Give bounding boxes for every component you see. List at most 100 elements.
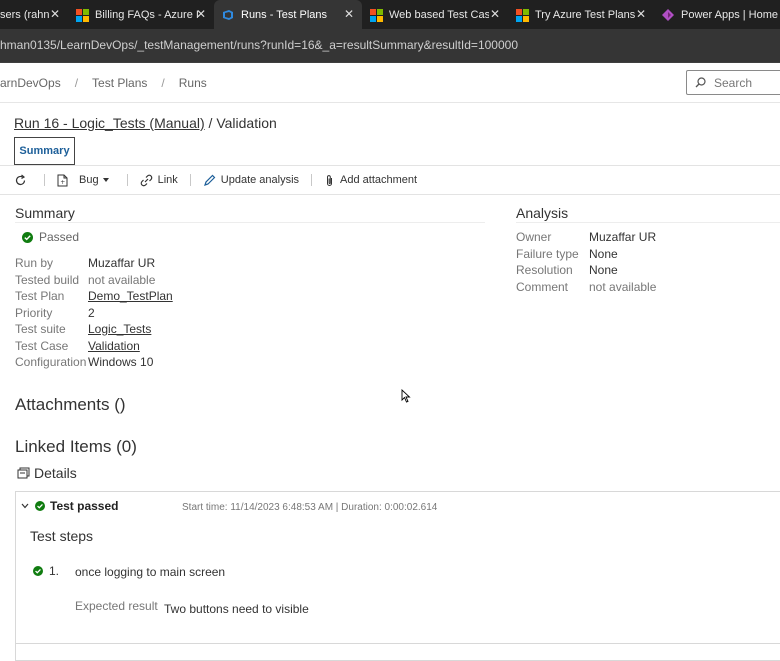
breadcrumb-project[interactable]: arnDevOps	[0, 76, 61, 90]
link-icon	[140, 174, 152, 186]
field-value: Muzaffar UR	[88, 256, 156, 270]
check-circle-icon	[33, 566, 43, 576]
close-icon[interactable]: ✕	[196, 7, 206, 21]
paperclip-icon	[327, 174, 333, 186]
breadcrumb-separator: /	[161, 75, 165, 90]
new-bug-icon: +	[57, 174, 68, 186]
tab-label: Billing FAQs - Azure I	[95, 8, 199, 21]
link-label: Link	[157, 174, 178, 186]
search-icon	[695, 77, 706, 88]
breadcrumb: arnDevOps / Test Plans / Runs	[0, 63, 780, 103]
field-value: Muzaffar UR	[589, 230, 657, 244]
pencil-icon	[203, 174, 216, 186]
azure-devops-icon	[222, 9, 234, 21]
analysis-heading: Analysis	[516, 205, 569, 221]
test-steps-heading: Test steps	[30, 528, 94, 544]
update-analysis-button[interactable]: Update analysis	[203, 174, 299, 187]
toolbar-separator	[44, 174, 45, 186]
test-result-panel: Test passed Start time: 11/14/2023 6:48:…	[15, 491, 780, 661]
breadcrumb-runs[interactable]: Runs	[179, 76, 207, 90]
details-heading[interactable]: Details	[17, 465, 77, 481]
toolbar: + Bug Link Update analysis Add attachmen…	[0, 166, 780, 194]
toolbar-separator	[311, 174, 313, 186]
browser-tab-bar: sers (rahn ✕ Billing FAQs - Azure I ✕ Ru…	[0, 0, 780, 29]
test-step: 1.	[33, 564, 59, 578]
field-key: Comment	[516, 280, 569, 294]
field-key: Configuration	[15, 355, 87, 369]
field-value: not available	[88, 273, 156, 287]
address-bar[interactable]: hman0135/LearnDevOps/_testManagement/run…	[0, 29, 780, 62]
field-key: Owner	[516, 230, 552, 244]
close-icon[interactable]: ✕	[636, 7, 646, 21]
tab-label: sers (rahn	[0, 8, 50, 21]
analysis-divider	[516, 222, 780, 223]
test-case-link[interactable]: Validation	[88, 339, 140, 353]
test-case-title: / Validation	[204, 115, 277, 131]
mouse-cursor-icon	[401, 389, 411, 403]
run-link[interactable]: Run 16 - Logic_Tests (Manual)	[14, 115, 205, 131]
microsoft-logo-icon	[76, 8, 89, 22]
check-circle-icon	[22, 231, 33, 243]
tab-label: Web based Test Case	[389, 8, 489, 21]
field-value: not available	[589, 280, 657, 294]
tab-label: Runs - Test Plans	[241, 8, 328, 21]
power-apps-icon	[662, 8, 674, 21]
search-placeholder: Search	[714, 75, 753, 90]
toolbar-divider	[0, 194, 780, 195]
browser-tab-users[interactable]: sers (rahn ✕	[0, 0, 68, 29]
summary-divider	[15, 222, 485, 223]
add-attachment-button[interactable]: Add attachment	[324, 174, 417, 187]
search-box[interactable]: Search	[686, 70, 780, 95]
check-circle-icon	[35, 501, 45, 511]
bug-label: Bug	[79, 174, 99, 186]
tab-label: Power Apps | Home	[681, 8, 779, 21]
field-key: Test suite	[15, 322, 66, 336]
microsoft-logo-icon	[516, 8, 529, 22]
browser-tab-try-test-plans[interactable]: Try Azure Test Plans f ✕	[508, 0, 654, 29]
close-icon[interactable]: ✕	[50, 7, 60, 21]
field-key: Test Plan	[15, 289, 65, 303]
tab-summary[interactable]: Summary	[14, 137, 75, 165]
close-icon[interactable]: ✕	[490, 7, 500, 21]
toolbar-separator	[126, 174, 128, 186]
field-key: Priority	[15, 306, 53, 320]
field-key: Failure type	[516, 247, 579, 261]
field-key: Tested build	[15, 273, 80, 287]
refresh-icon	[15, 174, 26, 185]
breadcrumb-separator: /	[74, 75, 79, 90]
test-suite-link[interactable]: Logic_Tests	[88, 322, 151, 336]
expected-result-label: Expected result	[75, 599, 158, 613]
field-value: Windows 10	[88, 355, 154, 369]
refresh-button[interactable]	[14, 174, 32, 187]
panel-divider	[15, 643, 780, 644]
svg-text:+: +	[60, 179, 65, 186]
browser-tab-web-test-case[interactable]: Web based Test Case ✕	[362, 0, 508, 29]
linked-items-heading: Linked Items (0)	[15, 437, 137, 456]
status-badge: Passed	[22, 230, 79, 244]
browser-tab-power-apps[interactable]: Power Apps | Home	[654, 0, 780, 29]
browser-tab-runs[interactable]: Runs - Test Plans ✕	[214, 0, 362, 29]
add-attachment-label: Add attachment	[340, 174, 418, 186]
test-plan-link[interactable]: Demo_TestPlan	[88, 289, 173, 303]
field-key: Test Case	[15, 339, 69, 353]
status-text: Passed	[39, 230, 80, 244]
field-key: Resolution	[516, 263, 573, 277]
bug-button[interactable]: + Bug	[57, 174, 115, 187]
microsoft-logo-icon	[370, 8, 383, 22]
close-icon[interactable]: ✕	[344, 7, 354, 21]
step-action: once logging to main screen	[75, 565, 226, 579]
result-label: Test passed	[50, 499, 119, 513]
link-button[interactable]: Link	[140, 174, 178, 187]
details-heading-label: Details	[34, 465, 77, 481]
step-number: 1.	[49, 564, 60, 578]
field-value: None	[589, 263, 618, 277]
browser-tab-billing[interactable]: Billing FAQs - Azure I ✕	[68, 0, 214, 29]
tab-label: Try Azure Test Plans f	[535, 8, 635, 21]
breadcrumb-test-plans[interactable]: Test Plans	[92, 76, 147, 90]
result-timing: Start time: 11/14/2023 6:48:53 AM | Dura…	[182, 502, 438, 513]
field-value: 2	[88, 306, 95, 320]
chevron-down-icon	[102, 178, 109, 182]
attachments-heading: Attachments ()	[15, 395, 126, 414]
result-header[interactable]: Test passed	[21, 499, 118, 513]
url-text: hman0135/LearnDevOps/_testManagement/run…	[0, 38, 518, 52]
